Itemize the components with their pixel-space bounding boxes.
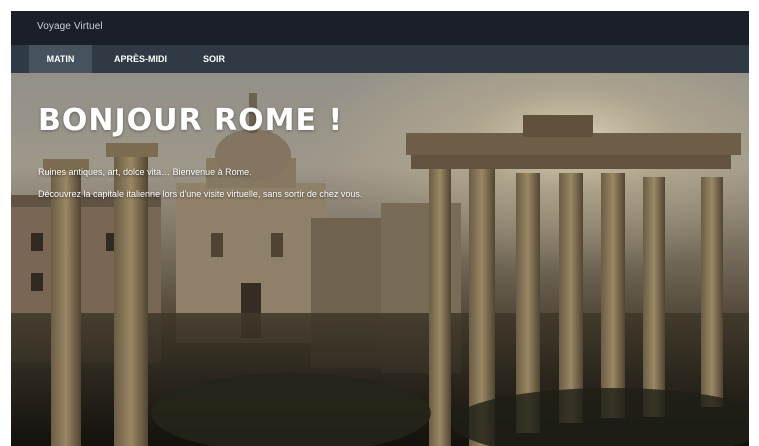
tab-bar: MATIN APRÈS-MIDI SOIR (11, 45, 749, 73)
hero-banner: BONJOUR ROME ! Ruines antiques, art, dol… (11, 73, 749, 446)
app-title: Voyage Virtuel (37, 21, 103, 32)
tab-soir[interactable]: SOIR (189, 45, 239, 73)
tab-apres-midi[interactable]: APRÈS-MIDI (92, 45, 189, 73)
title-bar: Voyage Virtuel (11, 11, 749, 45)
tab-matin[interactable]: MATIN (29, 45, 92, 73)
hero-title: BONJOUR ROME ! (38, 103, 344, 138)
app-window: Voyage Virtuel MATIN APRÈS-MIDI SOIR BON… (11, 11, 749, 446)
hero-description-text: Découvrez la capitale italienne lors d'u… (38, 189, 363, 199)
hero-intro-text: Ruines antiques, art, dolce vita… Bienve… (38, 167, 252, 177)
